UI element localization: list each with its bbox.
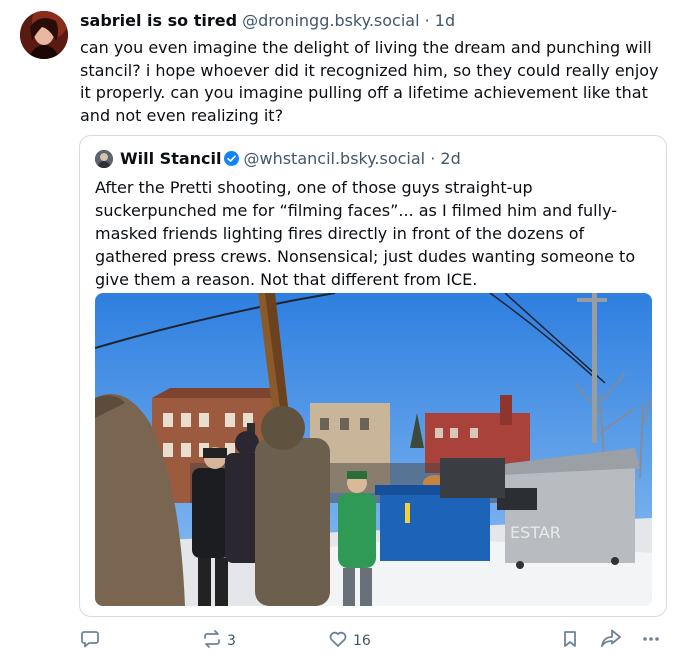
- more-options-button[interactable]: [641, 628, 661, 654]
- like-count: 16: [353, 633, 371, 649]
- dumpster-graffiti: ESTAR: [510, 523, 561, 542]
- quoted-post-image[interactable]: ESTAR: [95, 293, 652, 606]
- header-separator: ·: [424, 11, 430, 30]
- author-handle[interactable]: @droningg.bsky.social: [242, 11, 419, 30]
- repost-icon: [202, 629, 222, 653]
- quoted-post-timestamp[interactable]: 2d: [440, 149, 460, 168]
- post-actions: 3 16: [0, 628, 680, 654]
- heart-icon: [328, 629, 348, 653]
- reply-icon: [80, 629, 100, 653]
- quoted-author-name[interactable]: Will Stancil: [120, 149, 221, 168]
- author-avatar[interactable]: [20, 11, 68, 59]
- ellipsis-icon: [641, 629, 661, 653]
- quoted-author-handle[interactable]: @whstancil.bsky.social: [243, 149, 425, 168]
- reply-button[interactable]: [80, 628, 100, 654]
- repost-button[interactable]: 3: [202, 628, 236, 654]
- share-button[interactable]: [600, 628, 622, 654]
- post-text: can you even imagine the delight of livi…: [80, 38, 659, 125]
- quoted-header-separator: ·: [430, 149, 436, 168]
- quoted-post-header: Will Stancil @whstancil.bsky.social · 2d: [120, 149, 461, 171]
- post-header: sabriel is so tired @droningg.bsky.socia…: [80, 11, 455, 31]
- quoted-author-avatar: [95, 150, 113, 168]
- bookmark-icon: [560, 629, 580, 653]
- share-arrow-icon: [600, 629, 622, 653]
- post-timestamp[interactable]: 1d: [435, 11, 455, 30]
- author-name[interactable]: sabriel is so tired: [80, 11, 237, 30]
- quoted-post-text: After the Pretti shooting, one of those …: [95, 178, 636, 289]
- bookmark-button[interactable]: [560, 628, 580, 654]
- verified-badge-icon: [224, 151, 240, 171]
- quoted-post[interactable]: Will Stancil @whstancil.bsky.social · 2d …: [79, 135, 667, 617]
- repost-count: 3: [227, 633, 236, 649]
- like-button[interactable]: 16: [328, 628, 371, 654]
